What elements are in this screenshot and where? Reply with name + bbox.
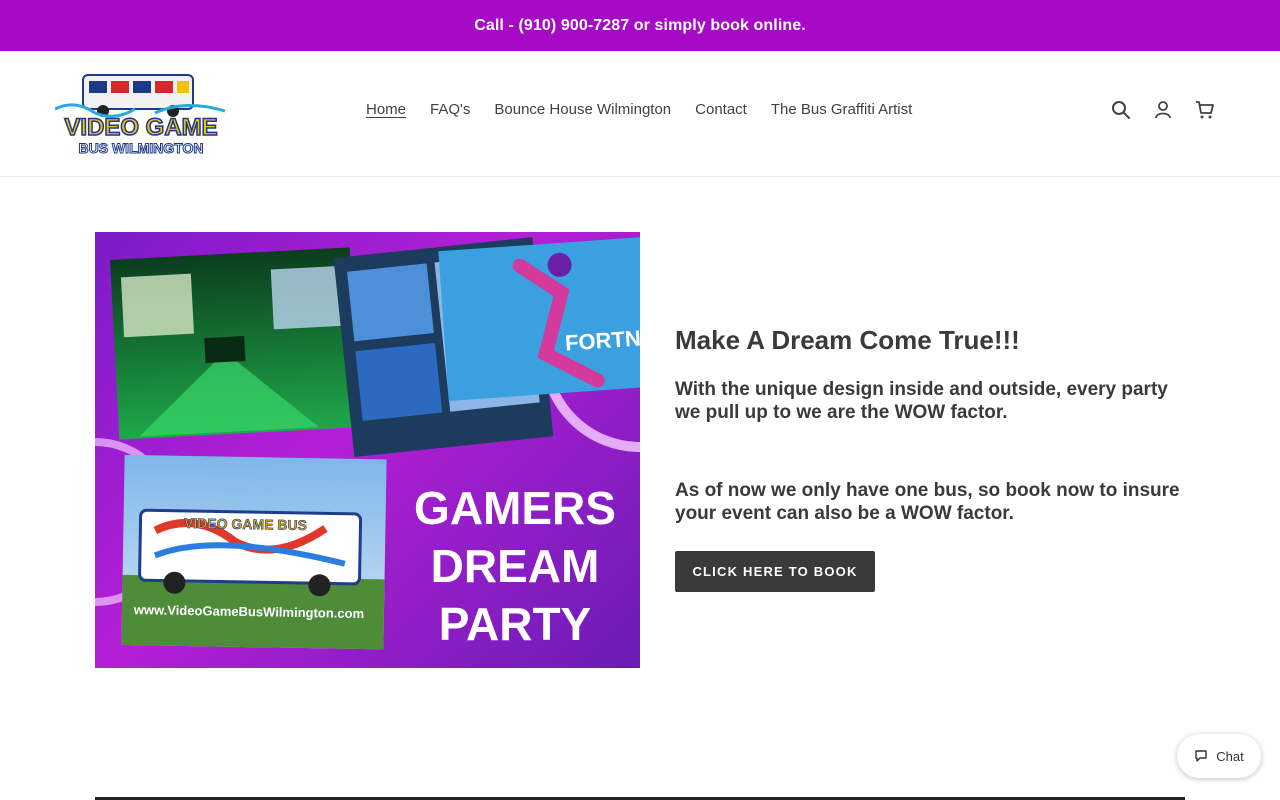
nav-home[interactable]: Home — [354, 101, 418, 118]
nav-faqs[interactable]: FAQ's — [418, 101, 482, 118]
hero-paragraph-1: With the unique design inside and outsid… — [675, 379, 1168, 424]
nav-graffiti-artist[interactable]: The Bus Graffiti Artist — [759, 101, 924, 118]
hero-bus-text: VIDEO GAME BUS — [184, 515, 307, 533]
account-icon[interactable] — [1152, 99, 1174, 121]
book-button[interactable]: CLICK HERE TO BOOK — [675, 551, 875, 592]
hero-game-text: FORTNI — [564, 325, 640, 356]
logo-graphic: VIDEO GAME BUS WILMINGTON — [54, 74, 226, 157]
site-logo[interactable]: VIDEO GAME BUS WILMINGTON — [54, 69, 227, 159]
hero-big-text-2: DREAM — [431, 540, 600, 592]
hero-image-graphic: FORTNI VIDEO GAME BUS www.VideoGameBusWi… — [95, 236, 640, 650]
search-icon[interactable] — [1110, 99, 1132, 121]
hero-image: FORTNI VIDEO GAME BUS www.VideoGameBusWi… — [95, 232, 640, 668]
nav-bounce-house[interactable]: Bounce House Wilmington — [482, 101, 683, 118]
nav-contact[interactable]: Contact — [683, 101, 759, 118]
hero-big-text-3: PARTY — [439, 598, 592, 650]
chat-label: Chat — [1216, 748, 1244, 764]
header-icons — [1110, 99, 1216, 121]
logo-line1: VIDEO GAME — [64, 114, 217, 141]
chat-button[interactable]: Chat — [1177, 734, 1261, 778]
site-header: VIDEO GAME BUS WILMINGTON Home FAQ's Bou… — [0, 51, 1280, 177]
logo-line2: BUS WILMINGTON — [79, 140, 204, 156]
announcement-text: Call - (910) 900-7287 or simply book onl… — [474, 16, 806, 34]
hero-big-text-1: GAMERS — [414, 482, 616, 534]
chat-icon — [1195, 750, 1207, 762]
hero-heading: Make A Dream Come True!!! — [675, 325, 1020, 355]
cart-icon[interactable] — [1194, 99, 1216, 121]
main-nav: Home FAQ's Bounce House Wilmington Conta… — [354, 101, 924, 118]
hero-paragraph-2: As of now we only have one bus, so book … — [675, 480, 1180, 525]
hero-content: Make A Dream Come True!!! With the uniqu… — [675, 325, 1195, 525]
announcement-bar: Call - (910) 900-7287 or simply book onl… — [0, 0, 1280, 51]
